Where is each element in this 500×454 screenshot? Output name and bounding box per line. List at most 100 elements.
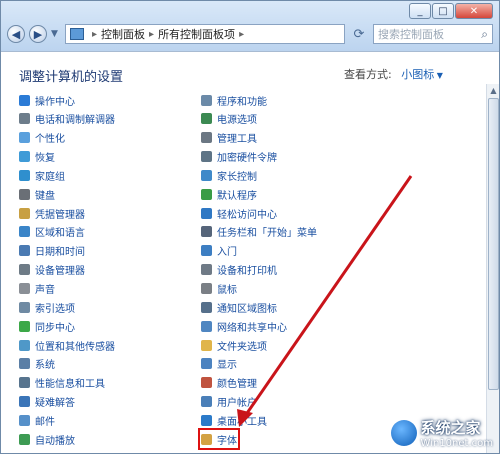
item-label: 操作中心 [35, 96, 75, 108]
credential-icon [19, 207, 30, 219]
item-label: 加密硬件令牌 [217, 153, 277, 165]
restore-icon [19, 151, 30, 163]
control-panel-item[interactable]: 字体 [198, 428, 240, 451]
control-panel-item[interactable]: 轻松访问中心 [201, 205, 277, 221]
item-label: 显示 [217, 360, 237, 372]
control-panel-item[interactable]: 位置和其他传感器 [19, 337, 115, 353]
item-label: 性能信息和工具 [35, 379, 105, 391]
item-label: 个性化 [35, 134, 65, 146]
control-panel-item[interactable]: 日期和时间 [19, 243, 85, 259]
item-label: 电源选项 [217, 115, 257, 127]
watermark: 系统之家 Win10net.com [390, 417, 493, 449]
clock-icon [19, 245, 30, 257]
display-icon [201, 358, 212, 370]
parental-icon [201, 169, 212, 181]
item-label: 任务栏和「开始」菜单 [217, 228, 317, 240]
control-panel-item[interactable]: 区域和语言 [19, 224, 85, 240]
item-label: 声音 [35, 285, 55, 296]
user-icon [201, 396, 212, 408]
performance-icon [19, 377, 30, 389]
control-panel-item[interactable]: 设备管理器 [19, 262, 85, 278]
item-label: 疑难解答 [35, 398, 75, 410]
control-panel-item[interactable]: 用户帐户 [201, 394, 257, 410]
printer-icon [201, 264, 212, 276]
index-icon [19, 301, 30, 313]
control-panel-window: _ □ ✕ ◀ ▶ ▼ ▸ 控制面板 ▸ 所有控制面板项 ▸ ⟳ 搜索控制面板 … [0, 0, 500, 454]
color-icon [201, 377, 212, 389]
control-panel-item[interactable]: 显示 [201, 356, 237, 372]
item-label: 用户帐户 [217, 398, 257, 410]
item-label: 日期和时间 [35, 247, 85, 259]
item-label: 程序和功能 [217, 96, 267, 108]
control-panel-item[interactable]: 个性化 [19, 130, 65, 146]
item-label: 恢复 [35, 153, 55, 165]
item-label: 入门 [217, 247, 237, 259]
control-panel-item[interactable]: 性能信息和工具 [19, 375, 105, 391]
item-label: 索引选项 [35, 303, 75, 315]
globe-icon [19, 226, 30, 238]
network-icon [201, 320, 212, 332]
item-label: 家庭组 [35, 171, 65, 183]
sync-icon [19, 320, 30, 332]
location-icon [19, 339, 30, 351]
item-label: 家长控制 [217, 171, 257, 183]
control-panel-item[interactable]: 程序和功能 [201, 92, 267, 108]
control-panel-item[interactable]: 系统 [19, 356, 55, 372]
control-panel-item[interactable]: 电源选项 [201, 111, 257, 127]
control-panel-item[interactable]: 电话和调制解调器 [19, 111, 115, 127]
control-panel-item[interactable]: 索引选项 [19, 299, 75, 315]
control-panel-item[interactable]: 恢复 [19, 149, 55, 165]
item-label: 网络和共享中心 [217, 322, 287, 334]
control-panel-item[interactable]: 任务栏和「开始」菜单 [201, 224, 317, 240]
item-label: 电话和调制解调器 [35, 115, 115, 127]
item-label: 键盘 [35, 190, 55, 202]
item-label: 管理工具 [217, 134, 257, 146]
item-label: 颜色管理 [217, 379, 257, 391]
homegroup-icon [19, 169, 30, 181]
control-panel-item[interactable]: 入门 [201, 243, 237, 259]
notification-icon [201, 301, 212, 313]
item-label: 桌面小工具 [217, 416, 267, 428]
device-manager-icon [19, 264, 30, 276]
watermark-logo-icon [390, 420, 417, 446]
control-panel-item[interactable]: 疑难解答 [19, 394, 75, 410]
folder-icon [201, 339, 212, 351]
control-panel-item[interactable]: 颜色管理 [201, 375, 257, 391]
control-panel-item[interactable]: 通知区域图标 [201, 299, 277, 315]
flag-icon [19, 94, 30, 106]
control-panel-item[interactable]: 桌面小工具 [201, 412, 267, 428]
phone-icon [19, 113, 30, 125]
item-label: 鼠标 [217, 285, 237, 296]
mail-icon [19, 414, 30, 426]
item-label: 凭据管理器 [35, 209, 85, 221]
control-panel-item[interactable]: 家长控制 [201, 167, 257, 183]
control-panel-item[interactable]: 设备和打印机 [201, 262, 277, 278]
personalize-icon [19, 132, 30, 144]
control-panel-item[interactable]: 声音 [19, 281, 55, 297]
control-panel-item[interactable]: 管理工具 [201, 130, 257, 146]
control-panel-item[interactable]: 操作中心 [19, 92, 75, 108]
control-panel-item[interactable]: 家庭组 [19, 167, 65, 183]
mouse-icon [201, 283, 212, 294]
control-panel-item[interactable]: 文件夹选项 [201, 337, 267, 353]
control-panel-item[interactable]: 鼠标 [201, 281, 237, 297]
control-panel-item[interactable]: 凭据管理器 [19, 205, 85, 221]
item-label: 位置和其他传感器 [35, 341, 115, 353]
getting-started-icon [201, 245, 212, 257]
control-panel-item[interactable]: 同步中心 [19, 318, 75, 334]
troubleshoot-icon [19, 396, 30, 408]
control-panel-item[interactable]: 邮件 [19, 412, 55, 428]
control-panel-item[interactable]: 默认程序 [201, 186, 257, 202]
control-panel-item[interactable]: 键盘 [19, 186, 55, 202]
control-panel-item[interactable]: 加密硬件令牌 [201, 149, 277, 165]
item-label: 系统 [35, 360, 55, 372]
font-icon [201, 433, 212, 445]
item-label: 区域和语言 [35, 228, 85, 240]
control-panel-item[interactable]: 网络和共享中心 [201, 318, 287, 334]
autoplay-icon [19, 433, 30, 445]
item-label: 自动播放 [35, 435, 75, 447]
admin-tools-icon [201, 132, 212, 144]
control-panel-item[interactable]: 自动播放 [19, 431, 75, 447]
item-label: 默认程序 [217, 190, 257, 202]
item-label: 通知区域图标 [217, 303, 277, 315]
